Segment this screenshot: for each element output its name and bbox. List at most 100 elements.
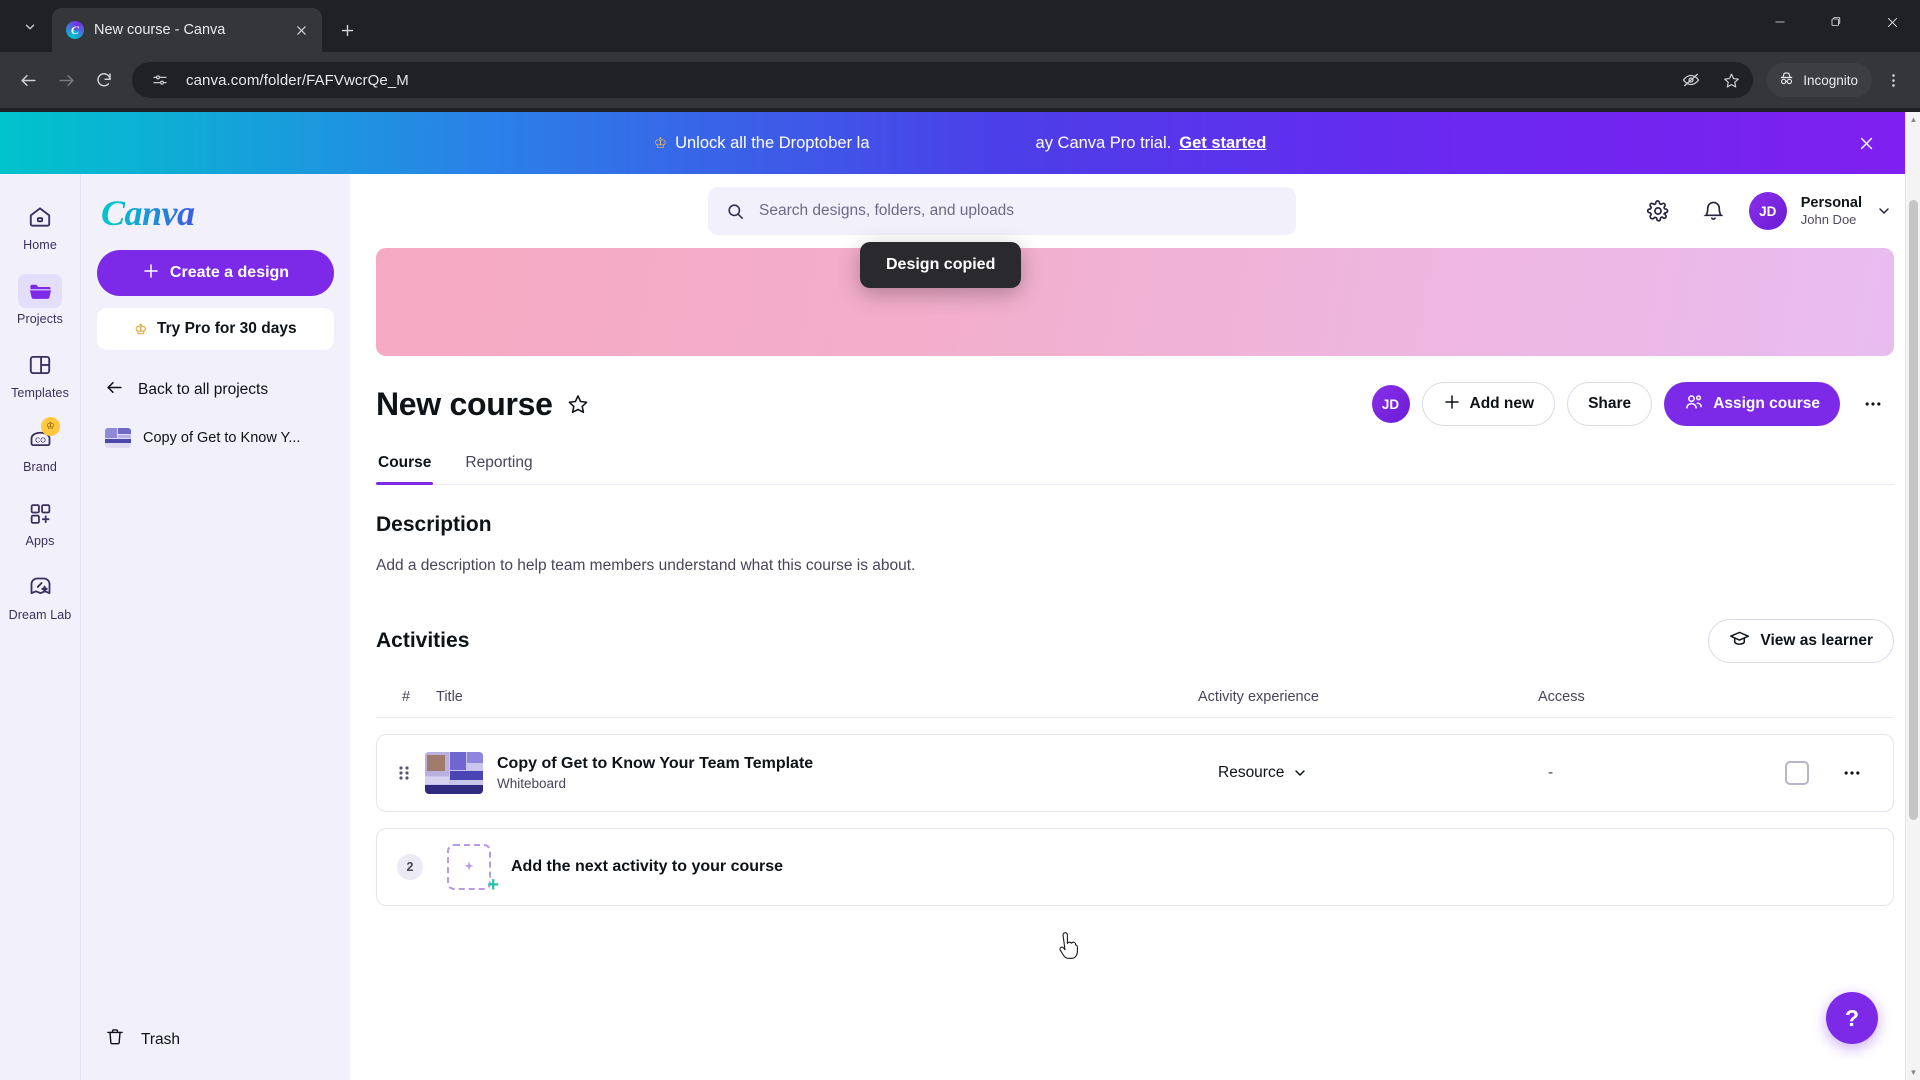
- gear-icon[interactable]: [1637, 190, 1679, 232]
- forward-icon[interactable]: [48, 62, 84, 98]
- activities-header: Activities View as learner: [376, 619, 1894, 663]
- reload-icon[interactable]: [86, 62, 122, 98]
- sidebar-item-apps[interactable]: Apps: [8, 490, 72, 556]
- promo-get-started-link[interactable]: Get started: [1179, 134, 1266, 153]
- svg-text:CO: CO: [35, 435, 46, 444]
- course-owner-avatar[interactable]: JD: [1371, 385, 1410, 423]
- column-title: Title: [436, 689, 463, 705]
- brand-icon: CO ♔: [18, 417, 62, 456]
- add-new-label: Add new: [1469, 395, 1535, 412]
- incognito-icon: [1778, 70, 1795, 90]
- design-thumbnail: [105, 428, 131, 448]
- account-info[interactable]: Personal John Doe: [1801, 194, 1862, 228]
- window-controls: [1752, 0, 1920, 44]
- crown-icon: ♔: [653, 135, 668, 152]
- add-activity-row[interactable]: 2 + Add the next activity to your course: [376, 828, 1894, 906]
- plus-icon: [142, 262, 160, 285]
- table-row[interactable]: Copy of Get to Know Your Team Template W…: [376, 734, 1894, 812]
- sidebar-item-dream-lab[interactable]: Dream Lab: [8, 564, 72, 630]
- sidebar-item-trash[interactable]: Trash: [97, 1015, 334, 1080]
- more-options-icon[interactable]: [1852, 383, 1894, 425]
- bookmark-star-icon[interactable]: [1717, 66, 1745, 94]
- sidebar-item-home[interactable]: Home: [8, 194, 72, 260]
- page-title: New course: [376, 385, 553, 422]
- tracking-protection-icon[interactable]: [1677, 66, 1705, 94]
- help-button[interactable]: ?: [1826, 992, 1878, 1044]
- view-as-learner-label: View as learner: [1760, 632, 1873, 649]
- new-tab-button[interactable]: [330, 13, 364, 47]
- sidebar-label-templates: Templates: [11, 386, 69, 400]
- tab-search-icon[interactable]: [12, 9, 48, 45]
- activities-table: # Title Activity experience Access Copy …: [376, 689, 1894, 906]
- tab-reporting[interactable]: Reporting: [463, 446, 534, 484]
- page-viewport: ♔ Unlock all the Droptober la ay Canva P…: [0, 112, 1920, 1080]
- chevron-down-icon[interactable]: [1876, 203, 1892, 219]
- tab-strip: C New course - Canva: [0, 0, 1920, 52]
- account-name: Personal: [1800, 194, 1862, 211]
- course-cover-banner: [376, 248, 1894, 356]
- activity-experience-dropdown[interactable]: Resource: [1218, 764, 1548, 782]
- drag-handle-icon[interactable]: [397, 763, 425, 783]
- url-text: canva.com/folder/FAFVwcrQe_M: [186, 71, 409, 89]
- address-bar[interactable]: canva.com/folder/FAFVwcrQe_M: [132, 62, 1754, 98]
- back-to-all-projects-link[interactable]: Back to all projects: [97, 368, 334, 412]
- browser-toolbar: canva.com/folder/FAFVwcrQe_M Incognito: [0, 52, 1920, 108]
- create-a-design-button[interactable]: Create a design: [97, 250, 334, 296]
- arrow-left-icon: [105, 378, 124, 402]
- sidebar-label-apps: Apps: [25, 534, 55, 548]
- search-icon: [726, 202, 745, 221]
- close-window-icon[interactable]: [1864, 0, 1920, 44]
- account-sub: John Doe: [1800, 211, 1857, 227]
- assign-course-button[interactable]: Assign course: [1664, 382, 1840, 426]
- canva-wordmark[interactable]: Canva: [97, 174, 334, 250]
- trash-label: Trash: [141, 1030, 181, 1048]
- try-pro-button[interactable]: ♔ Try Pro for 30 days: [97, 308, 334, 350]
- share-button[interactable]: Share: [1567, 382, 1653, 426]
- sidebar-label-dream-lab: Dream Lab: [8, 608, 72, 622]
- notifications-bell-icon[interactable]: [1693, 190, 1735, 232]
- scroll-down-arrow[interactable]: ▼: [1906, 1065, 1920, 1080]
- app-topbar: JD Personal John Doe: [350, 174, 1920, 248]
- activity-access-value: -: [1548, 764, 1554, 781]
- browser-menu-icon[interactable]: [1876, 63, 1910, 97]
- sidebar-item-brand[interactable]: CO ♔ Brand: [8, 416, 72, 482]
- site-settings-icon[interactable]: [146, 66, 174, 94]
- incognito-indicator[interactable]: Incognito: [1767, 63, 1872, 97]
- minimize-icon[interactable]: [1752, 0, 1808, 44]
- description-heading: Description: [376, 513, 492, 536]
- dream-lab-icon: [18, 570, 62, 604]
- mouse-cursor: [1055, 932, 1081, 967]
- canva-logo-icon: C: [66, 21, 84, 39]
- add-activity-label: Add the next activity to your course: [511, 858, 784, 875]
- sidebar-design-item[interactable]: Copy of Get to Know Y...: [97, 420, 334, 456]
- add-new-button[interactable]: Add new: [1421, 382, 1556, 426]
- search-box[interactable]: [708, 187, 1296, 235]
- avatar[interactable]: JD: [1748, 192, 1787, 230]
- star-outline-icon[interactable]: [567, 393, 589, 415]
- activity-experience-value: Resource: [1218, 764, 1285, 781]
- back-icon[interactable]: [10, 62, 46, 98]
- tab-course[interactable]: Course: [376, 446, 434, 485]
- close-icon[interactable]: [290, 19, 312, 41]
- activity-more-icon[interactable]: [1831, 752, 1873, 794]
- scrollbar-thumb[interactable]: [1909, 200, 1918, 820]
- folder-sidebar: Canva Create a design ♔ Try Pro for 30 d…: [80, 174, 350, 1080]
- search-input[interactable]: [759, 202, 1278, 220]
- toast-notification: Design copied: [860, 242, 1022, 288]
- crown-badge-icon: ♔: [41, 417, 60, 436]
- scroll-up-arrow[interactable]: ▲: [1906, 112, 1920, 127]
- page-scrollbar[interactable]: ▲ ▼: [1905, 112, 1920, 1080]
- description-placeholder[interactable]: Add a description to help team members u…: [376, 557, 1894, 575]
- sidebar-item-projects[interactable]: Projects: [8, 268, 72, 334]
- promo-close-icon[interactable]: [1850, 127, 1882, 159]
- sidebar-item-templates[interactable]: Templates: [8, 342, 72, 408]
- share-label: Share: [1588, 395, 1632, 412]
- browser-tab[interactable]: C New course - Canva: [52, 8, 322, 52]
- maximize-icon[interactable]: [1808, 0, 1864, 44]
- sidebar-label-brand: Brand: [23, 460, 57, 474]
- plus-icon: [1443, 393, 1461, 416]
- view-as-learner-button[interactable]: View as learner: [1708, 619, 1894, 663]
- promo-text-after: ay Canva Pro trial.: [1035, 133, 1172, 152]
- activity-select-checkbox[interactable]: [1785, 761, 1809, 785]
- page-title-row: New course JD Add new Share Assign cours…: [376, 356, 1894, 430]
